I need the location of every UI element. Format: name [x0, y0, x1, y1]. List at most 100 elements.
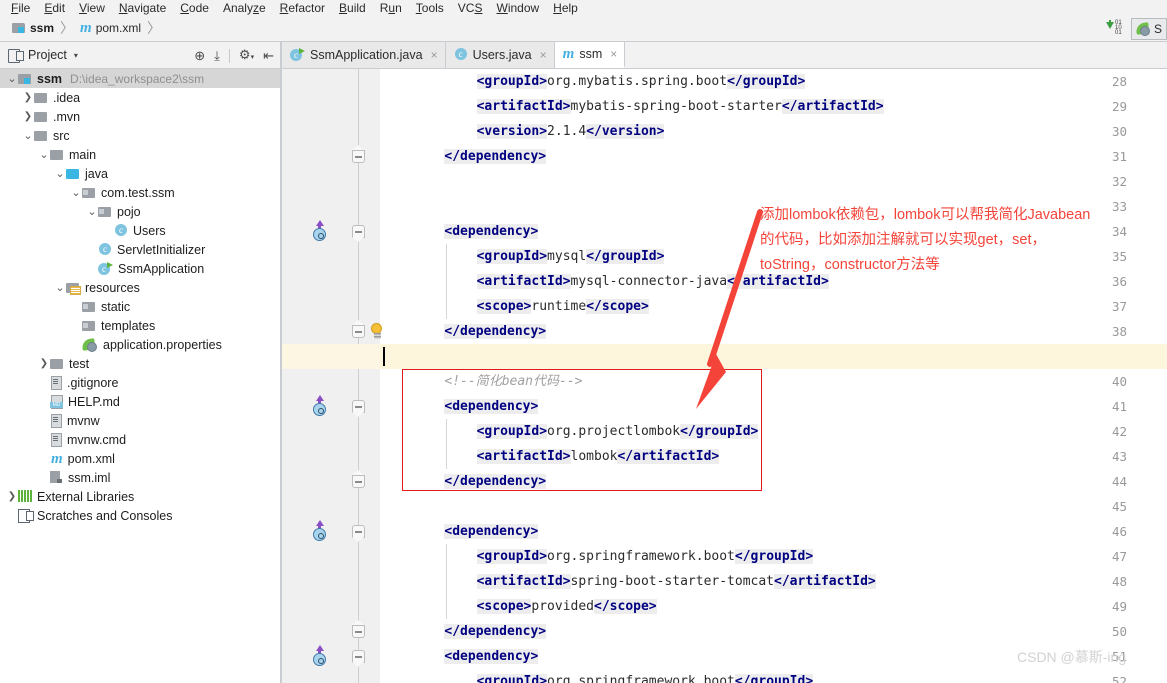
- locate-icon[interactable]: ⊕: [194, 49, 205, 62]
- fold-region-start-icon[interactable]: [352, 525, 366, 542]
- tree-item-scratches-and-consoles[interactable]: Scratches and Consoles: [0, 506, 280, 525]
- chevron-down-icon[interactable]: ⌄: [38, 148, 50, 161]
- chevron-right-icon[interactable]: ❯: [6, 491, 18, 502]
- fold-region-start-icon[interactable]: [352, 650, 366, 667]
- menu-item-run[interactable]: Run: [373, 1, 409, 15]
- hide-panel-icon[interactable]: ⇤: [263, 49, 274, 62]
- xml-tag: </dependency>: [444, 474, 547, 489]
- chevron-down-icon[interactable]: ⌄: [86, 205, 98, 218]
- menu-item-view[interactable]: View: [72, 1, 112, 15]
- settings-icon[interactable]: ⚙▾: [239, 48, 254, 64]
- menu-item-tools[interactable]: Tools: [409, 1, 451, 15]
- tree-item-static[interactable]: static: [0, 297, 280, 316]
- close-icon[interactable]: ×: [431, 48, 438, 62]
- breadcrumb-file-label: pom.xml: [95, 21, 142, 35]
- tree-item-label: resources: [85, 280, 140, 295]
- close-icon[interactable]: ×: [540, 48, 547, 62]
- tree-item-templates[interactable]: templates: [0, 316, 280, 335]
- tree-item-ssm[interactable]: ⌄ ssm D:\idea_workspace2\ssm: [0, 69, 280, 88]
- menu-item-window[interactable]: Window: [489, 1, 546, 15]
- menu-item-edit[interactable]: Edit: [37, 1, 72, 15]
- tree-item-mvnw-cmd[interactable]: mvnw.cmd: [0, 430, 280, 449]
- folder-icon: [34, 130, 48, 142]
- chevron-down-icon[interactable]: ⌄: [54, 167, 66, 180]
- menu-item-help[interactable]: Help: [546, 1, 585, 15]
- tree-item-mvnw[interactable]: mvnw: [0, 411, 280, 430]
- xml-text: provided: [531, 599, 595, 614]
- chevron-right-icon[interactable]: ❯: [38, 358, 50, 369]
- chevron-down-icon[interactable]: ⌄: [22, 129, 34, 142]
- collapse-all-icon[interactable]: ⤓: [214, 49, 220, 62]
- menu-item-build[interactable]: Build: [332, 1, 373, 15]
- code-text-area[interactable]: <groupId>org.mybatis.spring.boot</groupI…: [380, 69, 1167, 683]
- tree-item-help-md[interactable]: HELP.md: [0, 392, 280, 411]
- xml-tag: </dependency>: [444, 624, 547, 639]
- tree-item--idea[interactable]: ❯ .idea: [0, 88, 280, 107]
- text-caret: [383, 347, 385, 366]
- menu-item-code[interactable]: Code: [173, 1, 216, 15]
- chevron-down-icon[interactable]: ⌄: [70, 186, 82, 199]
- tree-item-pom-xml[interactable]: m pom.xml: [0, 449, 280, 468]
- code-editor[interactable]: 2829303132333435363738394041424344454647…: [282, 69, 1167, 683]
- maven-dependency-icon[interactable]: [312, 520, 329, 542]
- package-icon: [82, 187, 96, 199]
- menu-item-analyze[interactable]: Analyze: [216, 1, 273, 15]
- tree-item-pojo[interactable]: ⌄ pojo: [0, 202, 280, 221]
- maven-dependency-icon[interactable]: [312, 220, 329, 242]
- xml-tag: </artifactId>: [774, 574, 876, 589]
- xml-text: org.projectlombok: [547, 424, 681, 439]
- menu-item-navigate[interactable]: Navigate: [112, 1, 173, 15]
- fold-region-end-icon[interactable]: [352, 320, 366, 339]
- maven-dependency-icon[interactable]: [312, 645, 329, 667]
- menu-item-refactor[interactable]: Refactor: [273, 1, 332, 15]
- tree-item-src[interactable]: ⌄ src: [0, 126, 280, 145]
- fold-region-end-icon[interactable]: [352, 620, 366, 639]
- chevron-right-icon[interactable]: ❯: [22, 111, 34, 122]
- menu-item-file[interactable]: File: [4, 1, 37, 15]
- chevron-down-icon[interactable]: ⌄: [6, 72, 18, 85]
- breadcrumb-file[interactable]: m pom.xml: [80, 21, 142, 36]
- editor-tab-label: Users.java: [472, 48, 532, 62]
- download-dependencies-icon[interactable]: 01 10 01: [1103, 19, 1129, 38]
- annotation-line-1: 添加lombok依赖包，lombok可以帮我简化Javabean: [760, 207, 1091, 223]
- xml-text: org.springframework.boot: [547, 549, 735, 564]
- xml-text: runtime: [531, 299, 587, 314]
- fold-region-end-icon[interactable]: [352, 145, 366, 164]
- tree-item--mvn[interactable]: ❯ .mvn: [0, 107, 280, 126]
- tree-item-resources[interactable]: ⌄ resources: [0, 278, 280, 297]
- chevron-right-icon[interactable]: ❯: [22, 92, 34, 103]
- folder-module-icon: [12, 22, 26, 34]
- xml-tag: <groupId>: [476, 249, 548, 264]
- editor-tab-users-java[interactable]: Users.java ×: [445, 42, 555, 68]
- fold-region-end-icon[interactable]: [352, 470, 366, 489]
- tree-item-external-libraries[interactable]: ❯ External Libraries: [0, 487, 280, 506]
- chevron-down-icon[interactable]: ⌄: [54, 281, 66, 294]
- idea-window: File Edit View Navigate Code Analyze Refactor B…: [0, 0, 1167, 683]
- project-tree[interactable]: ⌄ ssm D:\idea_workspace2\ssm ❯ .idea ❯ .mvn ⌄ sr…: [0, 69, 280, 683]
- tree-item-ssmapplication[interactable]: SsmApplication: [0, 259, 280, 278]
- tree-item-java[interactable]: ⌄ java: [0, 164, 280, 183]
- close-icon[interactable]: ×: [610, 47, 617, 61]
- chevron-down-icon[interactable]: ▾: [74, 51, 78, 60]
- editor-tab-ssm[interactable]: m ssm ×: [554, 42, 626, 68]
- editor-tab-ssmapplication-java[interactable]: SsmApplication.java ×: [282, 42, 446, 68]
- editor-tab-label: SsmApplication.java: [310, 48, 423, 62]
- tree-item-main[interactable]: ⌄ main: [0, 145, 280, 164]
- breadcrumb-project[interactable]: ssm: [12, 21, 54, 35]
- maven-dependency-icon[interactable]: [312, 395, 329, 417]
- code-line: <groupId>org.springframework.boot</group…: [476, 544, 814, 569]
- xml-text: mybatis-spring-boot-starter: [570, 99, 782, 114]
- tree-item-users[interactable]: Users: [0, 221, 280, 240]
- tree-item-ssm-iml[interactable]: ssm.iml: [0, 468, 280, 487]
- tree-item-test[interactable]: ❯ test: [0, 354, 280, 373]
- tree-item--gitignore[interactable]: .gitignore: [0, 373, 280, 392]
- tree-item-application-properties[interactable]: application.properties: [0, 335, 280, 354]
- editor-gutter[interactable]: [282, 69, 345, 683]
- run-configuration-selector[interactable]: S: [1130, 17, 1167, 40]
- tree-item-com-test-ssm[interactable]: ⌄ com.test.ssm: [0, 183, 280, 202]
- tree-item-servletinitializer[interactable]: ServletInitializer: [0, 240, 280, 259]
- xml-tag: <scope>: [476, 599, 532, 614]
- fold-region-start-icon[interactable]: [352, 400, 366, 417]
- fold-region-start-icon[interactable]: [352, 225, 366, 242]
- menu-item-vcs[interactable]: VCS: [451, 1, 490, 15]
